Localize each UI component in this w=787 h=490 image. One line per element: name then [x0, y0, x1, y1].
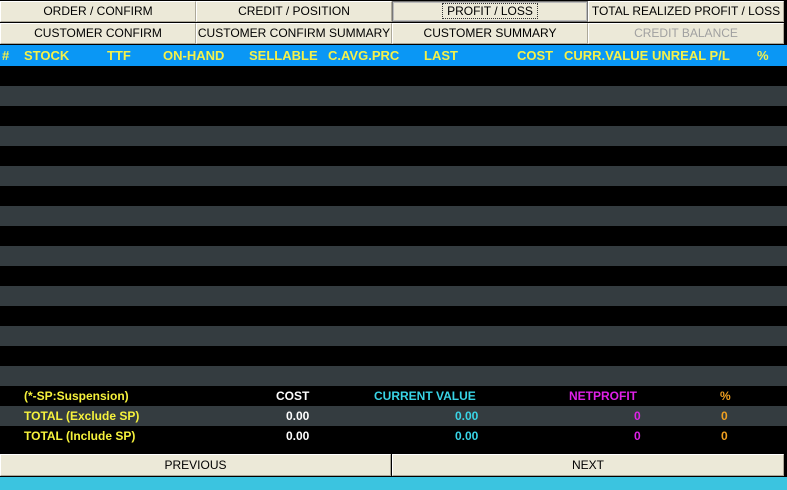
total-include-percent: 0 — [721, 429, 728, 443]
tab-customer-summary[interactable]: CUSTOMER SUMMARY — [392, 23, 588, 44]
tab-credit-balance: CREDIT BALANCE — [588, 23, 784, 44]
total-exclude-netprofit: 0 — [634, 409, 641, 423]
status-bar — [0, 477, 787, 490]
tab-label: CUSTOMER CONFIRM SUMMARY — [197, 26, 391, 40]
tab-order-confirm[interactable]: ORDER / CONFIRM — [0, 1, 196, 22]
tab-label: TOTAL REALIZED PROFIT / LOSS — [591, 4, 781, 18]
table-row[interactable] — [0, 246, 787, 266]
summary-header-current-value: CURRENT VALUE — [374, 389, 476, 403]
suspension-note: (*-SP:Suspension) — [24, 389, 129, 403]
previous-button[interactable]: PREVIOUS — [0, 454, 391, 476]
tab-label: CREDIT BALANCE — [634, 26, 738, 40]
column-header-stock[interactable]: STOCK — [24, 48, 69, 63]
table-header: # STOCK TTF ON-HAND SELLABLE C.AVG.PRC L… — [0, 45, 787, 66]
column-header-cost[interactable]: COST — [517, 48, 553, 63]
table-row[interactable] — [0, 66, 787, 86]
tab-credit-position[interactable]: CREDIT / POSITION — [196, 1, 392, 22]
tab-customer-confirm[interactable]: CUSTOMER CONFIRM — [0, 23, 196, 44]
tab-total-realized-profit-loss[interactable]: TOTAL REALIZED PROFIT / LOSS — [588, 1, 784, 22]
table-row[interactable] — [0, 146, 787, 166]
table-row[interactable] — [0, 346, 787, 366]
tab-customer-confirm-summary[interactable]: CUSTOMER CONFIRM SUMMARY — [196, 23, 392, 44]
column-header-sellable[interactable]: SELLABLE — [249, 48, 318, 63]
column-header-on-hand[interactable]: ON-HAND — [163, 48, 224, 63]
column-header-unreal-pl[interactable]: UNREAL P/L — [652, 48, 730, 63]
table-row[interactable] — [0, 86, 787, 106]
total-exclude-cost: 0.00 — [286, 409, 310, 423]
table-row[interactable] — [0, 106, 787, 126]
next-button[interactable]: NEXT — [392, 454, 784, 476]
summary-header-percent: % — [720, 389, 731, 403]
table-row[interactable] — [0, 266, 787, 286]
total-include-current-value: 0.00 — [455, 429, 479, 443]
tab-label: CUSTOMER SUMMARY — [423, 26, 557, 40]
table-row[interactable] — [0, 226, 787, 246]
tab-label: CUSTOMER CONFIRM — [34, 26, 162, 40]
table-row[interactable] — [0, 326, 787, 346]
column-header-percent[interactable]: % — [757, 48, 769, 63]
total-exclude-percent: 0 — [721, 409, 728, 423]
table-row[interactable] — [0, 166, 787, 186]
column-header-number[interactable]: # — [2, 48, 9, 63]
table-row[interactable] — [0, 206, 787, 226]
total-exclude-current-value: 0.00 — [455, 409, 479, 423]
tab-profit-loss[interactable]: PROFIT / LOSS — [392, 1, 588, 22]
column-header-cavgprc[interactable]: C.AVG.PRC — [328, 48, 399, 63]
table-row[interactable] — [0, 286, 787, 306]
tab-label: ORDER / CONFIRM — [43, 4, 153, 18]
summary-header-netprofit: NETPROFIT — [569, 389, 637, 403]
table-row[interactable] — [0, 366, 787, 386]
table-row[interactable] — [0, 126, 787, 146]
tab-label: PROFIT / LOSS — [442, 3, 538, 19]
total-include-netprofit: 0 — [634, 429, 641, 443]
table-row[interactable] — [0, 186, 787, 206]
column-header-ttf[interactable]: TTF — [107, 48, 131, 63]
column-header-last[interactable]: LAST — [424, 48, 458, 63]
table-row[interactable] — [0, 306, 787, 326]
column-header-curr-value[interactable]: CURR.VALUE — [564, 48, 648, 63]
total-exclude-label: TOTAL (Exclude SP) — [24, 409, 140, 423]
summary-header-cost: COST — [276, 389, 310, 403]
total-include-cost: 0.00 — [286, 429, 310, 443]
tab-label: CREDIT / POSITION — [238, 4, 350, 18]
total-include-label: TOTAL (Include SP) — [24, 429, 136, 443]
